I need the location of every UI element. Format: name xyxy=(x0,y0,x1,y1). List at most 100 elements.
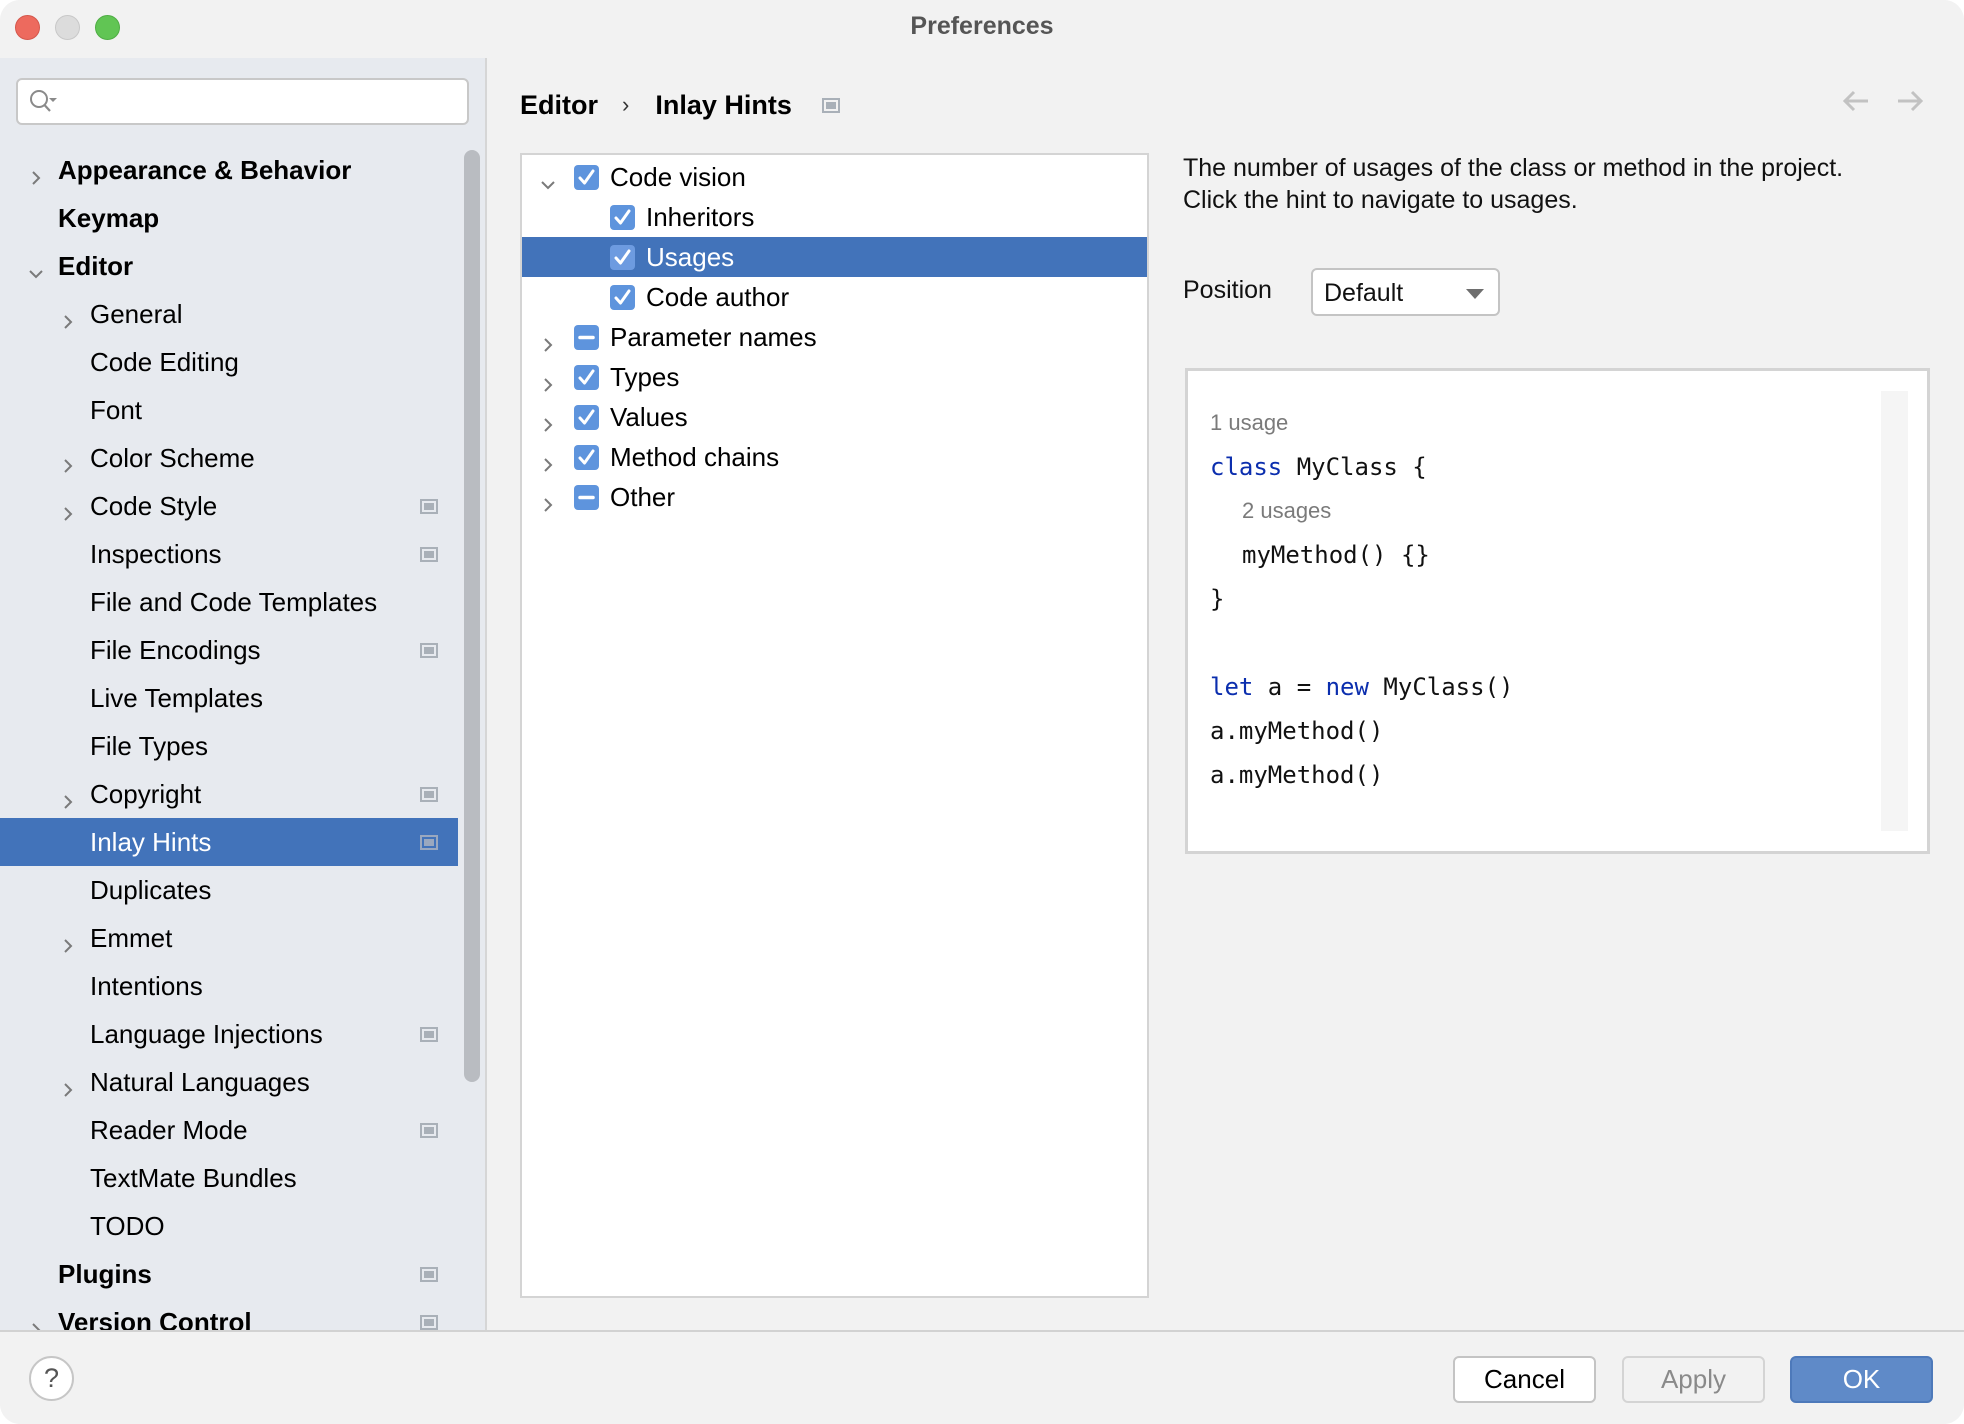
sidebar-scrollbar[interactable] xyxy=(464,150,480,1082)
sidebar-item-label: Intentions xyxy=(90,970,203,1001)
keyword: new xyxy=(1325,673,1369,701)
sidebar-item-intentions[interactable]: Intentions xyxy=(0,962,458,1010)
sidebar-item-inspections[interactable]: Inspections xyxy=(0,530,458,578)
usage-hint[interactable]: 1 usage xyxy=(1210,401,1513,445)
hint-tree-item-types[interactable]: Types xyxy=(522,357,1147,397)
chevron-right-icon[interactable] xyxy=(60,450,76,473)
chevron-right-icon[interactable] xyxy=(28,1314,44,1330)
apply-button[interactable]: Apply xyxy=(1622,1356,1765,1403)
checkbox-checked[interactable] xyxy=(610,245,635,270)
chevron-right-icon[interactable] xyxy=(540,409,556,432)
checkbox-checked[interactable] xyxy=(574,365,599,390)
sidebar-item-live-templates[interactable]: Live Templates xyxy=(0,674,458,722)
help-button[interactable]: ? xyxy=(29,1356,74,1401)
hint-tree-item-code-vision[interactable]: Code vision xyxy=(522,157,1147,197)
chevron-down-icon[interactable] xyxy=(540,169,556,190)
chevron-right-icon[interactable] xyxy=(540,329,556,352)
dropdown-arrow-icon xyxy=(1466,289,1484,299)
sidebar-item-editor[interactable]: Editor xyxy=(0,242,458,290)
code-preview: 1 usage class MyClass { 2 usages myMetho… xyxy=(1185,368,1930,854)
settings-search[interactable] xyxy=(16,78,469,125)
sidebar-item-label: Language Injections xyxy=(90,1018,323,1049)
sidebar-item-reader-mode[interactable]: Reader Mode xyxy=(0,1106,458,1154)
window-title: Preferences xyxy=(910,12,1054,40)
chevron-right-icon[interactable] xyxy=(60,498,76,521)
sidebar-item-file-types[interactable]: File Types xyxy=(0,722,458,770)
sidebar-item-label: Reader Mode xyxy=(90,1114,248,1145)
arrow-left-icon xyxy=(1842,90,1868,112)
usage-hint[interactable]: 2 usages xyxy=(1210,489,1513,533)
sidebar-item-code-style[interactable]: Code Style xyxy=(0,482,458,530)
sidebar-item-label: Duplicates xyxy=(90,874,212,905)
sidebar-item-duplicates[interactable]: Duplicates xyxy=(0,866,458,914)
cancel-button[interactable]: Cancel xyxy=(1453,1356,1596,1403)
settings-content: Editor › Inlay Hints Code vision Inherito… xyxy=(489,58,1964,1330)
forward-button[interactable] xyxy=(1894,86,1926,121)
sidebar-item-font[interactable]: Font xyxy=(0,386,458,434)
sidebar-item-color-scheme[interactable]: Color Scheme xyxy=(0,434,458,482)
sidebar-item-label: Editor xyxy=(58,250,134,281)
chevron-right-icon[interactable] xyxy=(60,786,76,809)
checkbox-checked[interactable] xyxy=(574,445,599,470)
code-text: MyClass { xyxy=(1282,453,1427,481)
sidebar-item-appearance-behavior[interactable]: Appearance & Behavior xyxy=(0,146,458,194)
sidebar-item-copyright[interactable]: Copyright xyxy=(0,770,458,818)
sidebar-item-todo[interactable]: TODO xyxy=(0,1202,458,1250)
sidebar-item-plugins[interactable]: Plugins xyxy=(0,1250,458,1298)
keyword: class xyxy=(1210,453,1283,481)
hint-tree-label: Parameter names xyxy=(610,321,817,352)
sidebar-item-emmet[interactable]: Emmet xyxy=(0,914,458,962)
chevron-down-icon[interactable] xyxy=(28,258,44,279)
code-text: a = xyxy=(1253,673,1326,701)
chevron-right-icon[interactable] xyxy=(540,369,556,392)
sidebar-item-label: Emmet xyxy=(90,922,173,953)
hint-tree-item-values[interactable]: Values xyxy=(522,397,1147,437)
code-line: a.myMethod() xyxy=(1210,717,1384,745)
hint-tree-item-parameter-names[interactable]: Parameter names xyxy=(522,317,1147,357)
hint-tree-item-inheritors[interactable]: Inheritors xyxy=(522,197,1147,237)
chevron-right-icon[interactable] xyxy=(540,449,556,472)
sidebar-item-keymap[interactable]: Keymap xyxy=(0,194,458,242)
settings-sidebar: Appearance & Behavior Keymap Editor General… xyxy=(0,58,487,1330)
checkbox-checked[interactable] xyxy=(574,405,599,430)
sidebar-item-label: Copyright xyxy=(90,778,202,809)
hint-tree-label: Inheritors xyxy=(646,201,755,232)
ok-button[interactable]: OK xyxy=(1790,1356,1933,1403)
sidebar-item-file-encodings[interactable]: File Encodings xyxy=(0,626,458,674)
checkbox-checked[interactable] xyxy=(610,205,635,230)
checkbox-checked[interactable] xyxy=(610,285,635,310)
chevron-right-icon[interactable] xyxy=(540,489,556,512)
chevron-right-icon[interactable] xyxy=(60,306,76,329)
chevron-right-icon[interactable] xyxy=(60,1074,76,1097)
project-scope-icon xyxy=(420,1315,438,1330)
chevron-right-icon[interactable] xyxy=(60,930,76,953)
sidebar-item-version-control[interactable]: Version Control xyxy=(0,1298,458,1330)
breadcrumb: Editor › Inlay Hints xyxy=(520,88,840,122)
back-button[interactable] xyxy=(1840,86,1872,121)
hint-tree-item-usages[interactable]: Usages xyxy=(522,237,1147,277)
hint-tree-item-method-chains[interactable]: Method chains xyxy=(522,437,1147,477)
sidebar-item-general[interactable]: General xyxy=(0,290,458,338)
sidebar-item-label: TODO xyxy=(90,1210,165,1241)
sidebar-item-inlay-hints[interactable]: Inlay Hints xyxy=(0,818,458,866)
sidebar-item-natural-languages[interactable]: Natural Languages xyxy=(0,1058,458,1106)
sidebar-item-label: Inlay Hints xyxy=(90,826,212,857)
sidebar-item-file-and-code-templates[interactable]: File and Code Templates xyxy=(0,578,458,626)
position-dropdown[interactable]: Default xyxy=(1311,268,1500,316)
hint-tree-item-other[interactable]: Other xyxy=(522,477,1147,517)
checkbox-checked[interactable] xyxy=(574,165,599,190)
sidebar-item-textmate-bundles[interactable]: TextMate Bundles xyxy=(0,1154,458,1202)
hint-description: The number of usages of the class or met… xyxy=(1183,152,1943,216)
preview-code: 1 usage class MyClass { 2 usages myMetho… xyxy=(1210,401,1513,797)
hint-tree-item-code-author[interactable]: Code author xyxy=(522,277,1147,317)
checkbox-partial[interactable] xyxy=(574,325,599,350)
sidebar-item-label: TextMate Bundles xyxy=(90,1162,297,1193)
chevron-right-icon[interactable] xyxy=(28,162,44,185)
title-bar: Preferences xyxy=(0,0,1964,58)
search-input[interactable] xyxy=(66,84,461,119)
sidebar-item-code-editing[interactable]: Code Editing xyxy=(0,338,458,386)
sidebar-item-language-injections[interactable]: Language Injections xyxy=(0,1010,458,1058)
breadcrumb-parent[interactable]: Editor xyxy=(520,90,598,121)
code-line: } xyxy=(1210,585,1225,613)
checkbox-partial[interactable] xyxy=(574,485,599,510)
